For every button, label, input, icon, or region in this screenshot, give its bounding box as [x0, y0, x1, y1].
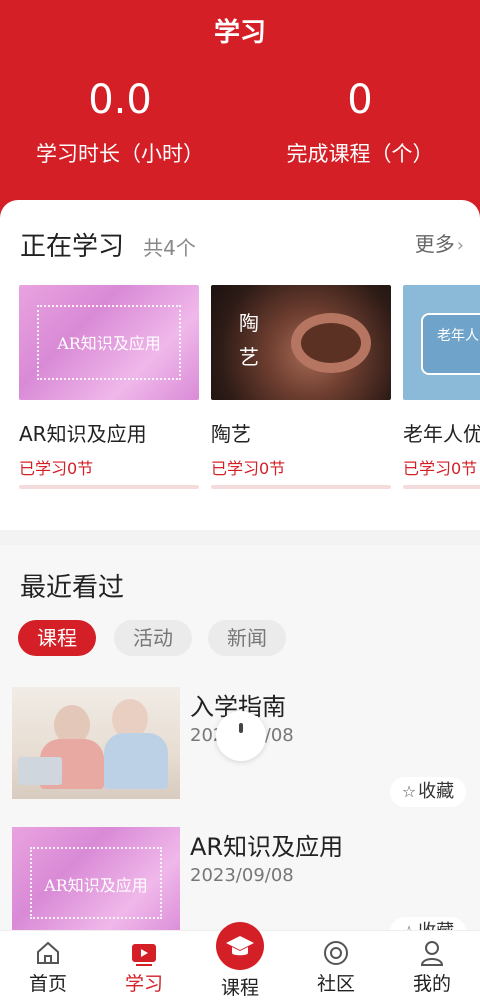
- page-title: 学习: [213, 18, 266, 48]
- section-title: 正在学习: [20, 232, 125, 262]
- chevron-right-icon: ›: [456, 235, 464, 256]
- item-thumbnail: AR知识及应用: [12, 827, 180, 939]
- course-progress: 已学习0节: [19, 459, 94, 478]
- nav-label: 课程: [220, 977, 259, 999]
- thumbnail-text-char: 陶: [239, 311, 259, 335]
- graduation-cap-icon: [226, 936, 254, 956]
- progress-bar: [19, 485, 199, 489]
- spinner-tick: [239, 723, 243, 733]
- item-title: AR知识及应用: [190, 833, 344, 861]
- nav-label: 学习: [124, 973, 163, 995]
- currently-learning-section: 正在学习 共4个 更多 › AR知识及应用 AR知识及应用 已学习0节 陶 艺 陶…: [0, 200, 480, 530]
- course-card[interactable]: 老年人 老年人优 已学习0节: [403, 285, 480, 489]
- course-name: AR知识及应用: [19, 422, 147, 446]
- pottery-bowl-image: [291, 313, 371, 373]
- nav-item-profile[interactable]: 我的: [384, 931, 480, 1000]
- favorite-button[interactable]: ☆收藏: [390, 777, 466, 807]
- tab-activities[interactable]: 活动: [114, 620, 192, 656]
- study-hours-stat: 0.0 学习时长（小时）: [0, 78, 240, 168]
- laptop-image: [18, 757, 62, 785]
- courses-center-button[interactable]: [216, 922, 264, 970]
- course-count: 共4个: [143, 236, 196, 260]
- favorite-label: 收藏: [418, 781, 455, 802]
- course-progress: 已学习0节: [403, 459, 478, 478]
- course-card[interactable]: 陶 艺 陶艺 已学习0节: [211, 285, 391, 489]
- loading-spinner: [216, 711, 266, 761]
- completed-courses-stat: 0 完成课程（个）: [240, 78, 480, 168]
- course-thumbnail: 陶 艺: [211, 285, 391, 400]
- course-name: 老年人优: [403, 422, 480, 446]
- progress-bar: [211, 485, 391, 489]
- study-hours-value: 0.0: [88, 77, 152, 123]
- section-header: 正在学习 共4个 更多 ›: [20, 226, 464, 262]
- nav-label: 我的: [412, 973, 451, 995]
- more-label: 更多: [414, 232, 455, 256]
- course-name: 陶艺: [211, 422, 251, 446]
- nav-item-community[interactable]: 社区: [288, 931, 384, 1000]
- play-icon: [132, 944, 156, 966]
- course-card[interactable]: AR知识及应用 AR知识及应用 已学习0节: [19, 285, 199, 489]
- tab-news[interactable]: 新闻: [208, 620, 286, 656]
- course-carousel[interactable]: AR知识及应用 AR知识及应用 已学习0节 陶 艺 陶艺 已学习0节 老年人 老…: [19, 285, 480, 495]
- thumbnail-text-char: 艺: [239, 345, 259, 369]
- progress-bar: [403, 485, 480, 489]
- star-icon: ☆: [401, 782, 417, 801]
- profile-icon: [420, 941, 444, 966]
- thumbnail-text: 老年人: [437, 328, 479, 344]
- thumbnail-text: AR知识及应用: [44, 876, 148, 895]
- nav-label: 社区: [316, 973, 355, 995]
- nav-item-study[interactable]: 学习: [96, 931, 192, 1000]
- thumbnail-text: AR知识及应用: [57, 334, 161, 353]
- course-thumbnail: 老年人: [403, 285, 480, 400]
- home-icon: [37, 941, 59, 964]
- completed-courses-label: 完成课程（个）: [286, 142, 434, 166]
- nav-item-home[interactable]: 首页: [0, 931, 96, 1000]
- completed-courses-value: 0: [347, 77, 373, 123]
- header: 学习 0.0 学习时长（小时） 0 完成课程（个）: [0, 0, 480, 230]
- tab-courses[interactable]: 课程: [18, 620, 96, 656]
- more-link[interactable]: 更多 ›: [415, 228, 464, 257]
- item-thumbnail: [12, 687, 180, 799]
- course-thumbnail: AR知识及应用: [19, 285, 199, 400]
- nav-label: 首页: [28, 973, 67, 995]
- community-icon: [324, 941, 348, 965]
- section-title: 最近看过: [20, 573, 125, 603]
- person-body: [104, 733, 168, 789]
- course-progress: 已学习0节: [211, 459, 286, 478]
- item-date: 2023/09/08: [190, 865, 294, 886]
- study-hours-label: 学习时长（小时）: [36, 142, 204, 166]
